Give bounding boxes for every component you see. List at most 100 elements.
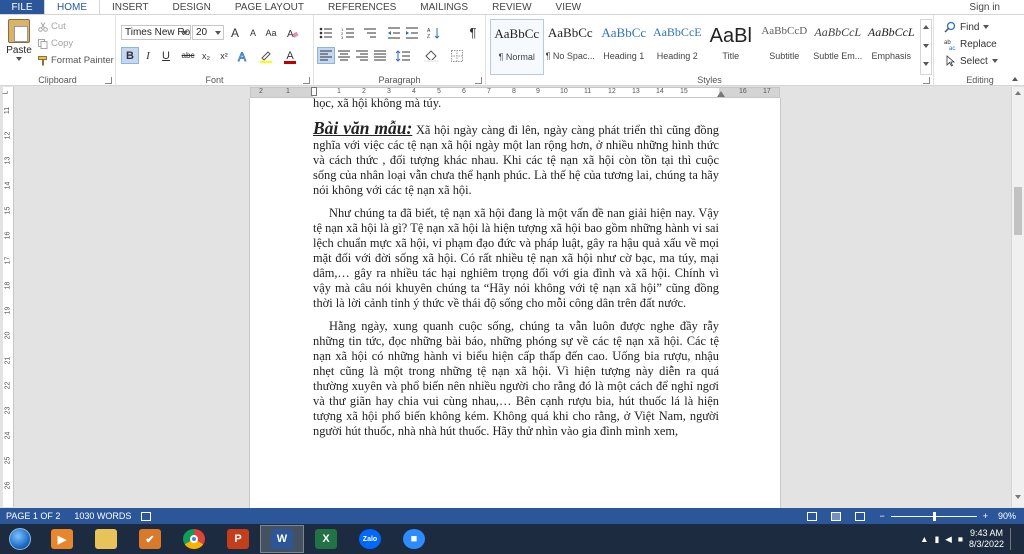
- format-painter-button[interactable]: Format Painter: [38, 55, 114, 66]
- network-icon[interactable]: ▮: [935, 534, 940, 545]
- word-count[interactable]: 1030 WORDS: [74, 511, 131, 521]
- select-button[interactable]: Select: [944, 55, 998, 67]
- style-subtle-emphasis[interactable]: AaBbCcL Subtle Em...: [811, 19, 865, 75]
- shrink-font-button[interactable]: A: [244, 24, 262, 41]
- excel-icon: X: [315, 529, 337, 549]
- vertical-ruler[interactable]: L 11 12 13 14 15 16 17 18 19 20 21 22 23…: [2, 87, 14, 507]
- bullets-button[interactable]: [317, 24, 335, 41]
- zoom-level[interactable]: 90%: [998, 511, 1016, 521]
- taskbar-media-player[interactable]: ▶: [40, 525, 84, 553]
- replace-button[interactable]: ab ac Replace: [944, 38, 997, 51]
- show-desktop-button[interactable]: [1010, 528, 1018, 550]
- tab-references[interactable]: REFERENCES: [316, 0, 408, 14]
- scrollbar-thumb[interactable]: [1014, 187, 1022, 235]
- highlight-button[interactable]: [257, 47, 275, 64]
- style-heading-1[interactable]: AaBbCc Heading 1: [597, 19, 651, 75]
- font-launcher-icon[interactable]: [303, 77, 310, 84]
- line-spacing-button[interactable]: [394, 47, 412, 64]
- language-icon[interactable]: ■: [958, 534, 963, 544]
- show-formatting-button[interactable]: ¶: [464, 24, 482, 41]
- tab-file[interactable]: FILE: [0, 0, 44, 14]
- align-center-button[interactable]: [335, 47, 353, 64]
- taskbar-word[interactable]: W: [260, 525, 304, 553]
- right-indent-marker-icon[interactable]: [717, 91, 725, 97]
- scroll-up-icon[interactable]: [1015, 91, 1021, 95]
- find-button[interactable]: Find: [944, 21, 990, 33]
- align-left-button[interactable]: [317, 47, 335, 64]
- show-hidden-icons-icon[interactable]: ▲: [920, 534, 928, 544]
- font-size-select[interactable]: 20: [192, 25, 224, 40]
- taskbar-zalo[interactable]: Zalo: [348, 525, 392, 553]
- tab-insert[interactable]: INSERT: [100, 0, 161, 14]
- clock[interactable]: 9:43 AM 8/3/2022: [969, 528, 1004, 550]
- start-button[interactable]: [0, 524, 40, 554]
- zoom-slider[interactable]: [890, 511, 977, 521]
- numbering-button[interactable]: 123: [339, 24, 357, 41]
- style-heading-2[interactable]: AaBbCcE Heading 2: [651, 19, 705, 75]
- horizontal-ruler[interactable]: 2 1 1 2 3 4 5 6 7 8 9 10 11 12 13 14 15 …: [250, 87, 780, 98]
- italic-button[interactable]: I: [139, 47, 157, 64]
- styles-launcher-icon[interactable]: [923, 77, 930, 84]
- sign-in-link[interactable]: Sign in: [969, 0, 1024, 14]
- volume-icon[interactable]: ◀: [945, 534, 952, 545]
- cut-button[interactable]: Cut: [38, 21, 66, 32]
- taskbar-chrome[interactable]: [172, 525, 216, 553]
- indent-marker-icon[interactable]: [311, 87, 317, 96]
- decrease-indent-button[interactable]: [385, 24, 403, 41]
- tab-view[interactable]: VIEW: [544, 0, 594, 14]
- superscript-button[interactable]: x²: [215, 47, 233, 64]
- bold-button[interactable]: B: [121, 47, 139, 64]
- multilevel-list-button[interactable]: [361, 24, 379, 41]
- shading-button[interactable]: [422, 47, 440, 64]
- vertical-scrollbar[interactable]: [1011, 87, 1024, 507]
- sort-button[interactable]: AZ: [425, 24, 443, 41]
- underline-button[interactable]: U: [157, 47, 175, 64]
- change-case-button[interactable]: Aa: [262, 24, 280, 41]
- align-right-button[interactable]: [353, 47, 371, 64]
- clipboard-launcher-icon[interactable]: [105, 77, 112, 84]
- tab-selector-icon[interactable]: L: [2, 91, 9, 95]
- document-page[interactable]: học, xã hội không mà túy. Bài văn mẫu: X…: [249, 98, 781, 508]
- zoom-slider-thumb[interactable]: [933, 511, 937, 521]
- paste-button[interactable]: Paste: [4, 19, 34, 71]
- scroll-down-icon[interactable]: [1015, 495, 1021, 499]
- read-mode-icon[interactable]: [807, 511, 818, 521]
- taskbar-excel[interactable]: X: [304, 525, 348, 553]
- tab-mailings[interactable]: MAILINGS: [408, 0, 480, 14]
- zoom-in-icon[interactable]: +: [983, 511, 988, 521]
- clear-formatting-button[interactable]: A: [284, 24, 302, 41]
- increase-indent-button[interactable]: [403, 24, 421, 41]
- justify-button[interactable]: [371, 47, 389, 64]
- svg-text:Z: Z: [427, 34, 430, 39]
- strikethrough-button[interactable]: abc: [179, 47, 197, 64]
- style-subtitle[interactable]: AaBbCcD Subtitle: [758, 19, 812, 75]
- style-title[interactable]: AaBl Title: [704, 19, 758, 75]
- style-emphasis[interactable]: AaBbCcL Emphasis: [865, 19, 919, 75]
- proofing-icon[interactable]: [141, 511, 152, 521]
- taskbar-file-explorer[interactable]: [84, 525, 128, 553]
- borders-button[interactable]: [448, 47, 466, 64]
- styles-gallery-scroll[interactable]: [920, 19, 932, 75]
- web-layout-icon[interactable]: [855, 511, 866, 521]
- document-body[interactable]: học, xã hội không mà túy. Bài văn mẫu: X…: [313, 98, 719, 447]
- subscript-button[interactable]: x₂: [197, 47, 215, 64]
- font-name-select[interactable]: Times New Ro: [121, 25, 191, 40]
- tab-home[interactable]: HOME: [44, 0, 100, 14]
- tab-design[interactable]: DESIGN: [161, 0, 223, 14]
- grow-font-button[interactable]: A: [226, 24, 244, 41]
- style-normal[interactable]: AaBbCc ¶ Normal: [490, 19, 544, 75]
- tab-page-layout[interactable]: PAGE LAYOUT: [223, 0, 316, 14]
- copy-button[interactable]: Copy: [38, 38, 73, 49]
- tab-review[interactable]: REVIEW: [480, 0, 543, 14]
- paragraph-launcher-icon[interactable]: [475, 77, 482, 84]
- taskbar-store[interactable]: ✔: [128, 525, 172, 553]
- taskbar-powerpoint[interactable]: P: [216, 525, 260, 553]
- zoom-out-icon[interactable]: −: [879, 511, 884, 521]
- style-no-spacing[interactable]: AaBbCc ¶ No Spac...: [544, 19, 598, 75]
- font-color-button[interactable]: A: [281, 47, 299, 64]
- text-effects-button[interactable]: A: [235, 47, 253, 64]
- page-count[interactable]: PAGE 1 OF 2: [6, 511, 60, 521]
- print-layout-icon[interactable]: [831, 511, 842, 521]
- taskbar-zoom[interactable]: ■: [392, 525, 436, 553]
- collapse-ribbon-icon[interactable]: [1012, 77, 1018, 81]
